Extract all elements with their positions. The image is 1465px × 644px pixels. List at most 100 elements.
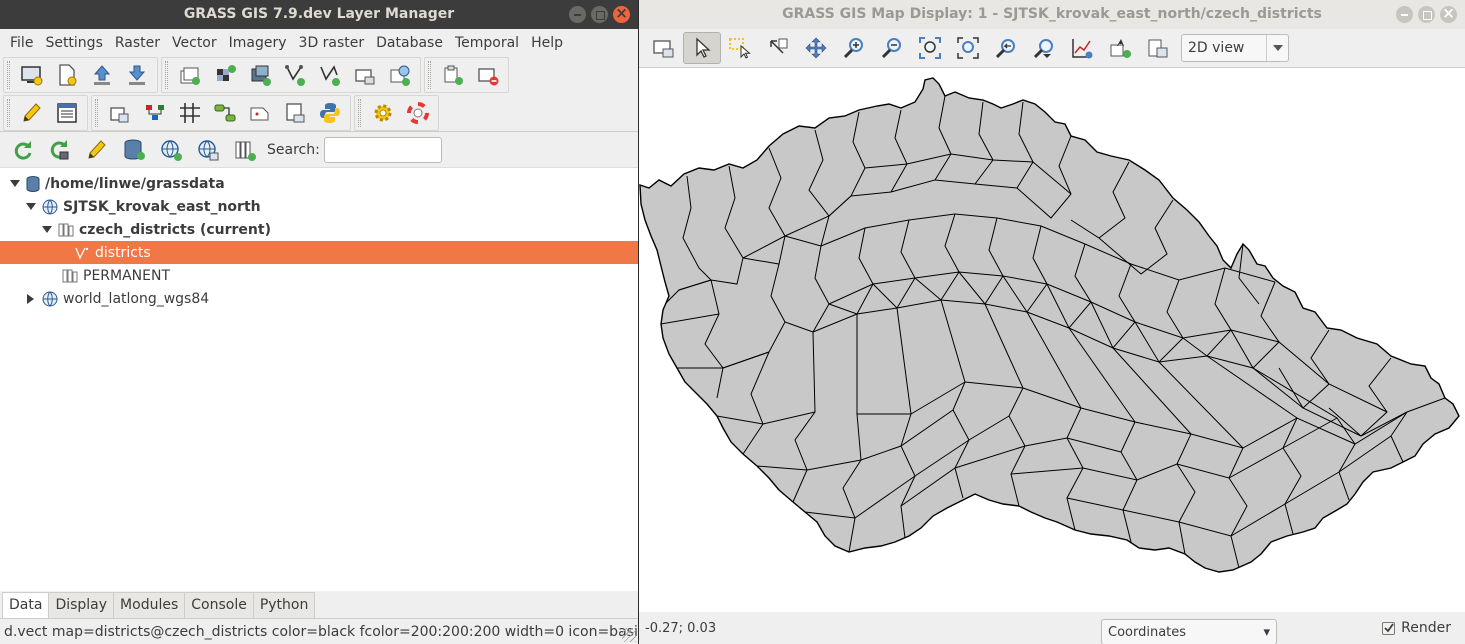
- edit-mode-button[interactable]: [78, 134, 115, 166]
- tree-node-location[interactable]: SJTSK_krovak_east_north: [0, 195, 638, 218]
- tab-python[interactable]: Python: [252, 592, 316, 618]
- toolbar-grip[interactable]: [7, 99, 10, 127]
- add-vector-button[interactable]: [277, 59, 312, 91]
- zoom-extent-icon: [919, 37, 941, 59]
- maximize-button[interactable]: [1418, 6, 1435, 23]
- overlay-decoration-button[interactable]: [1101, 32, 1139, 64]
- add-vector-misc-button[interactable]: [312, 59, 347, 91]
- add-grass-database-button[interactable]: [115, 134, 152, 166]
- tree-node-layer-districts[interactable]: districts: [0, 241, 638, 264]
- zoom-in-button[interactable]: [835, 32, 873, 64]
- attribute-table-button[interactable]: [49, 97, 84, 129]
- toolbar-grip[interactable]: [7, 61, 10, 89]
- toolbar-grip[interactable]: [428, 61, 431, 89]
- expand-down-icon[interactable]: [8, 177, 22, 191]
- pan-icon: [770, 38, 788, 54]
- data-catalog-toolbar: Search:: [0, 132, 638, 168]
- menu-help[interactable]: Help: [525, 35, 569, 51]
- layer-manager-titlebar[interactable]: GRASS GIS 7.9.dev Layer Manager: [0, 0, 638, 29]
- close-button[interactable]: [1440, 0, 1457, 28]
- zoom-menu-button[interactable]: [1025, 32, 1063, 64]
- help-button[interactable]: [400, 97, 435, 129]
- tab-display[interactable]: Display: [48, 592, 115, 618]
- globe-download-icon: [197, 139, 218, 160]
- render-map-button[interactable]: [645, 32, 683, 64]
- menu-database[interactable]: Database: [370, 35, 449, 51]
- open-workspace-button[interactable]: [84, 59, 119, 91]
- minimize-button[interactable]: [1396, 6, 1413, 23]
- menu-temporal[interactable]: Temporal: [449, 35, 525, 51]
- gear-icon: [374, 104, 391, 122]
- add-group-button[interactable]: [435, 59, 470, 91]
- expand-down-icon[interactable]: [40, 223, 54, 237]
- reload-all-button[interactable]: [41, 134, 78, 166]
- graphical-modeler-button[interactable]: [207, 97, 242, 129]
- zoom-out-button[interactable]: [873, 32, 911, 64]
- pointer-button[interactable]: [683, 32, 721, 64]
- toolbar-grip[interactable]: [165, 61, 168, 89]
- data-tree: /home/linwe/grassdata SJTSK_krovak_east_…: [0, 168, 638, 310]
- menu-imagery[interactable]: Imagery: [223, 35, 293, 51]
- add-overlay-button[interactable]: [347, 59, 382, 91]
- view-mode-select[interactable]: 2D view: [1181, 34, 1289, 62]
- remove-layer-button[interactable]: [470, 59, 505, 91]
- download-arrow-icon: [128, 65, 145, 85]
- toolbar-grip[interactable]: [95, 99, 98, 127]
- add-map-layers-button[interactable]: [172, 59, 207, 91]
- pan-button[interactable]: [759, 32, 797, 64]
- add-web-service-button[interactable]: [382, 59, 417, 91]
- save-workspace-button[interactable]: [119, 59, 154, 91]
- menu-file[interactable]: File: [4, 35, 39, 51]
- move-button[interactable]: [797, 32, 835, 64]
- search-input[interactable]: [323, 136, 442, 163]
- render-checkbox[interactable]: [1382, 621, 1396, 635]
- python-shell-button[interactable]: [312, 97, 347, 129]
- tree-node-location-other[interactable]: world_latlong_wgs84: [0, 287, 638, 310]
- map-canvas[interactable]: [639, 67, 1465, 612]
- save-display-button[interactable]: [1139, 32, 1177, 64]
- minimize-button[interactable]: [569, 6, 586, 23]
- download-location-button[interactable]: [189, 134, 226, 166]
- menu-vector[interactable]: Vector: [166, 35, 223, 51]
- tab-console[interactable]: Console: [184, 592, 254, 618]
- render-toggle[interactable]: Render: [1382, 620, 1451, 636]
- globe-add-icon: [160, 139, 182, 161]
- add-location-button[interactable]: [152, 134, 189, 166]
- reload-current-mapset-button[interactable]: [4, 134, 41, 166]
- grid-button[interactable]: [172, 97, 207, 129]
- layer-remove-icon: [477, 68, 498, 86]
- statusbar-mode-select[interactable]: Coordinates ▾: [1101, 619, 1277, 644]
- resize-grip[interactable]: [622, 628, 636, 642]
- maximize-button[interactable]: [591, 6, 608, 23]
- expand-down-icon[interactable]: [24, 200, 38, 214]
- new-map-display-button[interactable]: [14, 59, 49, 91]
- close-button[interactable]: [613, 0, 630, 28]
- tree-node-mapset-permanent[interactable]: PERMANENT: [0, 264, 638, 287]
- tab-data[interactable]: Data: [2, 592, 50, 618]
- tree-node-grassdb[interactable]: /home/linwe/grassdata: [0, 172, 638, 195]
- map-output-button[interactable]: [102, 97, 137, 129]
- launch-script-button[interactable]: [277, 97, 312, 129]
- zoom-region-button[interactable]: [949, 32, 987, 64]
- edit-vector-button[interactable]: [14, 97, 49, 129]
- settings-button[interactable]: [365, 97, 400, 129]
- add-raster-misc-button[interactable]: [242, 59, 277, 91]
- add-mapset-button[interactable]: [226, 134, 263, 166]
- zoom-extent-button[interactable]: [911, 32, 949, 64]
- georectify-button[interactable]: [137, 97, 172, 129]
- tree-node-mapset-current[interactable]: czech_districts (current): [0, 218, 638, 241]
- grid-icon: [179, 103, 200, 123]
- add-raster-button[interactable]: [207, 59, 242, 91]
- toolbar-grip[interactable]: [358, 99, 361, 127]
- analyze-button[interactable]: [1063, 32, 1101, 64]
- menu-settings[interactable]: Settings: [39, 35, 108, 51]
- cartographic-composer-button[interactable]: [242, 97, 277, 129]
- zoom-back-button[interactable]: [987, 32, 1025, 64]
- menu-3d-raster[interactable]: 3D raster: [293, 35, 371, 51]
- new-workspace-button[interactable]: [49, 59, 84, 91]
- query-button[interactable]: [721, 32, 759, 64]
- menu-raster[interactable]: Raster: [109, 35, 166, 51]
- map-display-titlebar[interactable]: GRASS GIS Map Display: 1 - SJTSK_krovak_…: [639, 0, 1465, 29]
- expand-right-icon[interactable]: [24, 292, 38, 306]
- tab-modules[interactable]: Modules: [113, 592, 186, 618]
